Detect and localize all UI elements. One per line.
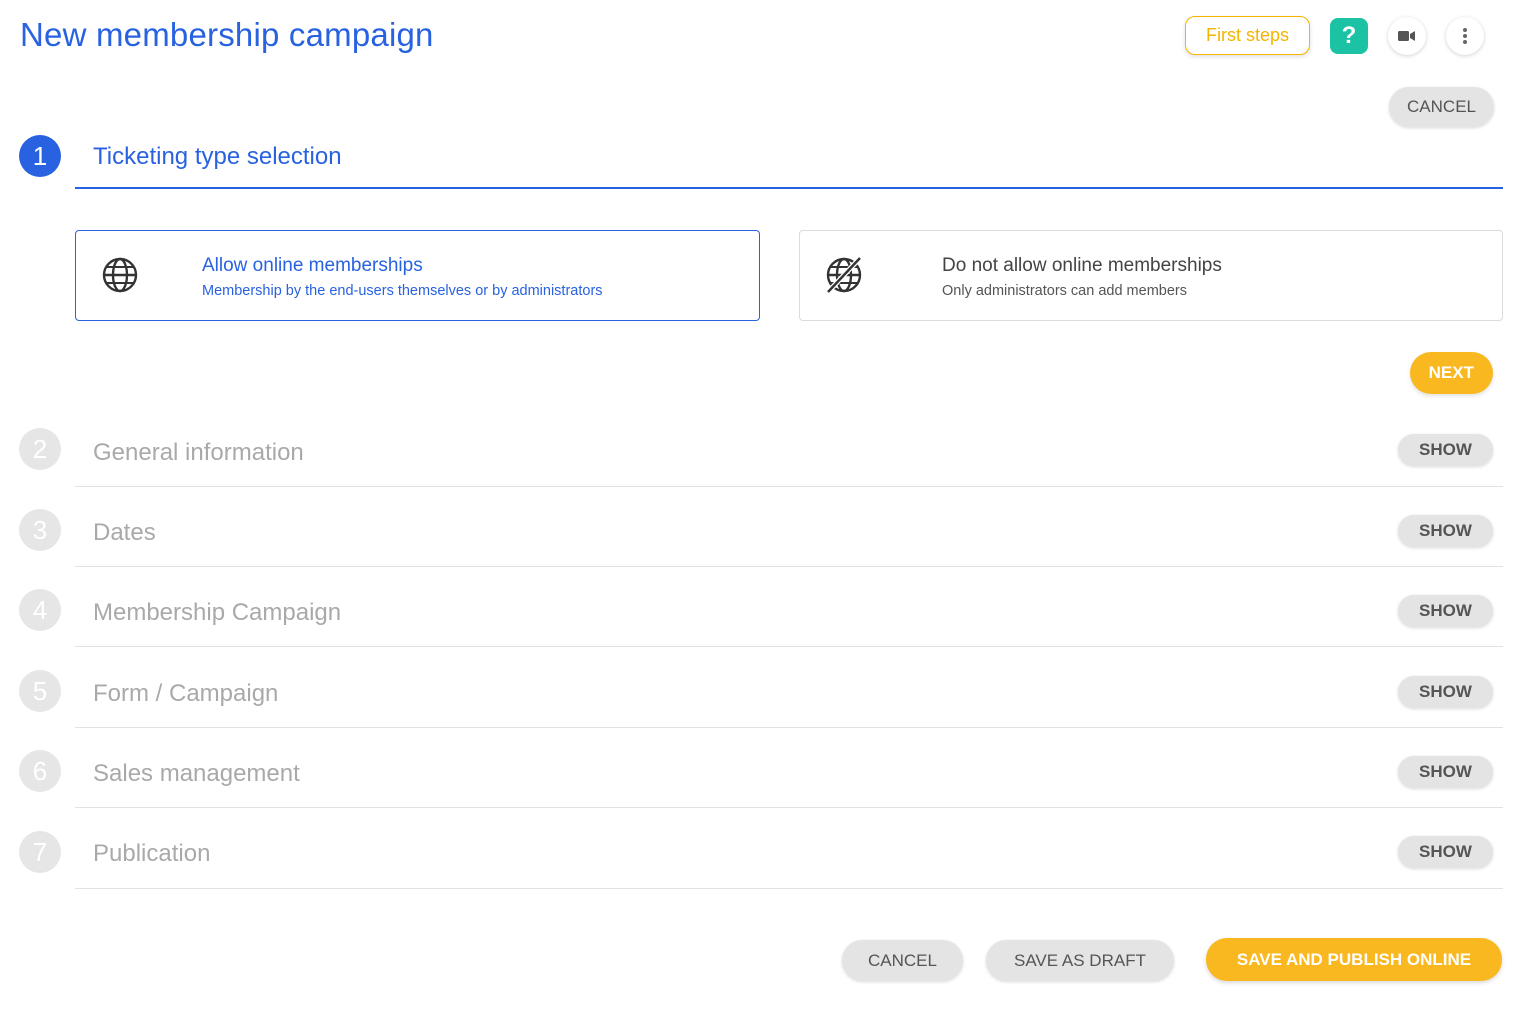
show-button-6[interactable]: SHOW (1398, 756, 1493, 788)
video-camera-icon (1398, 30, 1415, 41)
top-actions: First steps ? (1184, 16, 1484, 55)
option-deny-title: Do not allow online memberships (942, 255, 1222, 276)
step-divider-5 (75, 727, 1503, 728)
step-number-7: 7 (19, 831, 61, 873)
step-number-4: 4 (19, 589, 61, 631)
footer-cancel-button[interactable]: CANCEL (842, 940, 963, 981)
option-deny-online[interactable]: Do not allow online memberships Only adm… (799, 230, 1503, 321)
next-button[interactable]: NEXT (1409, 352, 1493, 394)
option-deny-description: Only administrators can add members (942, 283, 1187, 299)
video-button[interactable] (1388, 16, 1426, 55)
option-allow-online[interactable]: Allow online memberships Membership by t… (75, 230, 760, 321)
show-button-4[interactable]: SHOW (1398, 595, 1493, 627)
first-steps-button[interactable]: First steps (1184, 16, 1310, 55)
step-divider-2 (75, 486, 1503, 487)
step-divider-3 (75, 566, 1503, 567)
option-allow-title: Allow online memberships (202, 255, 423, 276)
option-deny-text: Do not allow online memberships Only adm… (942, 255, 1222, 299)
option-allow-description: Membership by the end-users themselves o… (202, 283, 603, 299)
step-title-2[interactable]: General information (93, 439, 304, 467)
step-number-5: 5 (19, 670, 61, 712)
page-title: New membership campaign (20, 16, 434, 53)
save-publish-button[interactable]: SAVE AND PUBLISH ONLINE (1206, 938, 1502, 981)
show-button-3[interactable]: SHOW (1398, 515, 1493, 547)
vertical-dots-icon (1463, 27, 1467, 44)
step-title-7[interactable]: Publication (93, 840, 210, 868)
step-title-1[interactable]: Ticketing type selection (93, 143, 342, 171)
more-options-button[interactable] (1446, 16, 1484, 55)
show-button-7[interactable]: SHOW (1398, 836, 1493, 868)
show-button-2[interactable]: SHOW (1398, 434, 1493, 466)
step-number-1: 1 (19, 135, 61, 177)
help-label: ? (1341, 21, 1357, 49)
step-divider-6 (75, 807, 1503, 808)
step-divider-1 (75, 187, 1503, 189)
step-title-4[interactable]: Membership Campaign (93, 599, 341, 627)
step-title-3[interactable]: Dates (93, 519, 156, 547)
step-number-3: 3 (19, 509, 61, 551)
save-draft-button[interactable]: SAVE AS DRAFT (986, 940, 1174, 981)
option-allow-text: Allow online memberships Membership by t… (202, 255, 603, 299)
step-divider-7 (75, 888, 1503, 889)
step-title-5[interactable]: Form / Campaign (93, 680, 278, 708)
step-divider-4 (75, 646, 1503, 647)
help-button[interactable]: ? (1330, 17, 1368, 54)
cancel-top-button[interactable]: CANCEL (1389, 87, 1494, 127)
step-title-6[interactable]: Sales management (93, 760, 300, 788)
step-number-6: 6 (19, 750, 61, 792)
globe-icon (102, 257, 138, 293)
step-number-2: 2 (19, 428, 61, 470)
globe-off-icon (826, 256, 862, 294)
show-button-5[interactable]: SHOW (1398, 676, 1493, 708)
